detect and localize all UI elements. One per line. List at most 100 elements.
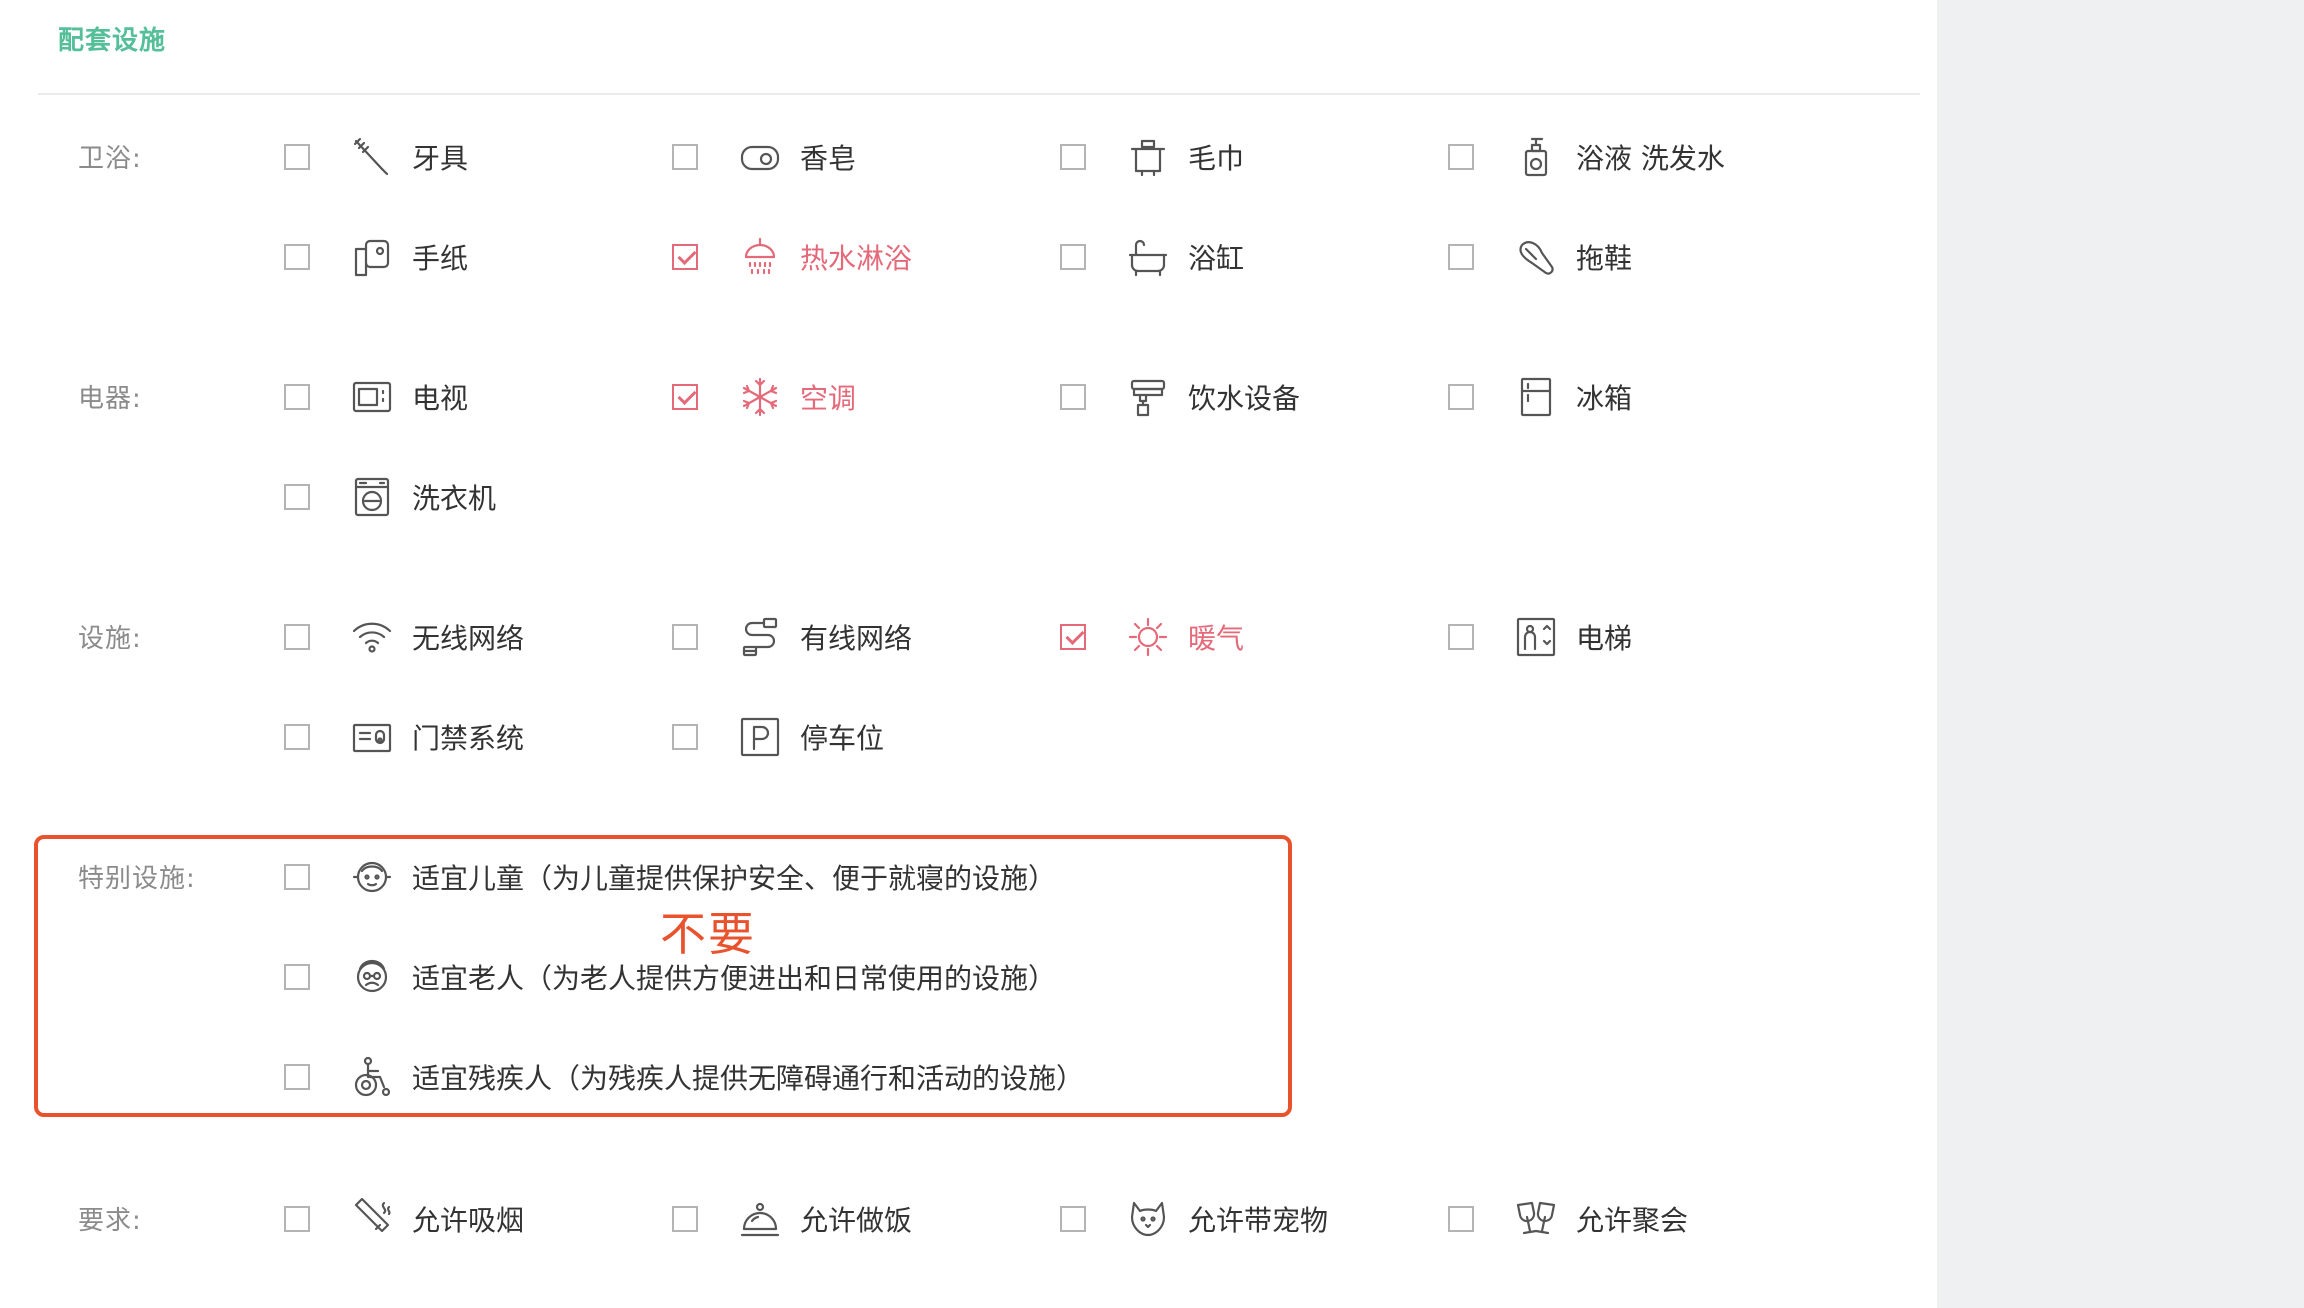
checkbox[interactable] xyxy=(1060,144,1086,170)
checkbox[interactable] xyxy=(672,144,698,170)
parking-icon xyxy=(738,715,782,759)
option-label: 洗衣机 xyxy=(412,482,497,515)
checkbox[interactable] xyxy=(1448,244,1474,270)
facility-option[interactable]: 毛巾 xyxy=(1060,137,1244,177)
tv-icon xyxy=(350,375,394,419)
section-title: 配套设施 xyxy=(58,26,167,56)
cooking-icon xyxy=(738,1197,782,1241)
checkbox[interactable] xyxy=(1060,384,1086,410)
checkbox[interactable] xyxy=(1448,624,1474,650)
toothbrush-icon xyxy=(350,135,394,179)
facility-option[interactable]: 空调 xyxy=(672,377,856,417)
checkbox[interactable] xyxy=(672,624,698,650)
facility-option[interactable]: 冰箱 xyxy=(1448,377,1632,417)
checkbox[interactable] xyxy=(1060,244,1086,270)
checkbox[interactable] xyxy=(284,624,310,650)
checkbox[interactable] xyxy=(672,244,698,270)
elevator-icon xyxy=(1514,615,1558,659)
facility-option[interactable]: 香皂 xyxy=(672,137,856,177)
bathtub-icon xyxy=(1126,235,1170,279)
option-label: 允许聚会 xyxy=(1576,1204,1689,1237)
facility-option[interactable]: 饮水设备 xyxy=(1060,377,1300,417)
option-label: 空调 xyxy=(800,382,857,415)
facility-option[interactable]: 允许做饭 xyxy=(672,1199,912,1239)
option-label: 浴液 洗发水 xyxy=(1576,142,1725,175)
facility-option[interactable]: 手纸 xyxy=(284,237,468,277)
option-label: 电梯 xyxy=(1576,622,1633,655)
facility-option[interactable]: 电视 xyxy=(284,377,468,417)
option-label: 电视 xyxy=(412,382,469,415)
option-label: 热水淋浴 xyxy=(800,242,913,275)
access-control-icon xyxy=(350,715,394,759)
facility-option[interactable]: 电梯 xyxy=(1448,617,1632,657)
annotation-note: 不要 xyxy=(660,907,756,961)
option-label: 饮水设备 xyxy=(1188,382,1301,415)
checkbox[interactable] xyxy=(672,1206,698,1232)
category-label-bath: 卫浴: xyxy=(78,144,142,174)
option-label: 毛巾 xyxy=(1188,142,1245,175)
category-label-requirements: 要求: xyxy=(78,1206,142,1236)
checkbox[interactable] xyxy=(1060,624,1086,650)
option-label: 手纸 xyxy=(412,242,469,275)
checkbox[interactable] xyxy=(1448,144,1474,170)
facility-option[interactable]: 热水淋浴 xyxy=(672,237,912,277)
checkbox[interactable] xyxy=(284,724,310,750)
facility-option[interactable]: 有线网络 xyxy=(672,617,912,657)
checkbox[interactable] xyxy=(284,1206,310,1232)
pet-icon xyxy=(1126,1197,1170,1241)
party-icon xyxy=(1514,1197,1558,1241)
option-label: 有线网络 xyxy=(800,622,913,655)
option-label: 无线网络 xyxy=(412,622,525,655)
heating-icon xyxy=(1126,615,1170,659)
facility-option[interactable]: 浴缸 xyxy=(1060,237,1244,277)
facility-option[interactable]: 拖鞋 xyxy=(1448,237,1632,277)
option-label: 暖气 xyxy=(1188,622,1245,655)
checkbox[interactable] xyxy=(284,144,310,170)
checkbox[interactable] xyxy=(1448,1206,1474,1232)
option-label: 拖鞋 xyxy=(1576,242,1633,275)
option-label: 允许带宠物 xyxy=(1188,1204,1329,1237)
checkbox[interactable] xyxy=(1060,1206,1086,1232)
checkbox[interactable] xyxy=(672,384,698,410)
facility-option[interactable]: 停车位 xyxy=(672,717,884,757)
shower-icon xyxy=(738,235,782,279)
option-label: 浴缸 xyxy=(1188,242,1245,275)
ethernet-icon xyxy=(738,615,782,659)
facility-option[interactable]: 允许带宠物 xyxy=(1060,1199,1328,1239)
facility-option[interactable]: 牙具 xyxy=(284,137,468,177)
soap-icon xyxy=(738,135,782,179)
facility-option[interactable]: 允许吸烟 xyxy=(284,1197,525,1241)
facility-option[interactable]: 暖气 xyxy=(1060,617,1244,657)
wifi-icon xyxy=(350,615,394,659)
checkbox[interactable] xyxy=(284,244,310,270)
option-label: 允许做饭 xyxy=(800,1204,913,1237)
checkbox[interactable] xyxy=(284,384,310,410)
air-conditioner-icon xyxy=(738,375,782,419)
facility-option[interactable]: 门禁系统 xyxy=(284,717,524,757)
option-label: 香皂 xyxy=(800,142,857,175)
toilet-paper-icon xyxy=(350,235,394,279)
category-label-facilities: 设施: xyxy=(78,624,142,654)
washing-machine-icon xyxy=(350,475,394,519)
category-label-appliances: 电器: xyxy=(78,384,142,414)
facility-option[interactable]: 无线网络 xyxy=(284,617,524,657)
water-dispenser-icon xyxy=(1126,375,1170,419)
option-label: 停车位 xyxy=(800,722,885,755)
facility-option[interactable]: 洗衣机 xyxy=(284,477,496,517)
divider xyxy=(38,93,1920,95)
shampoo-icon xyxy=(1514,135,1558,179)
option-label: 牙具 xyxy=(412,142,469,175)
checkbox[interactable] xyxy=(284,484,310,510)
fridge-icon xyxy=(1514,375,1558,419)
highlight-box xyxy=(34,835,1292,1117)
smoking-icon xyxy=(350,1197,394,1241)
facility-option[interactable]: 允许聚会 xyxy=(1448,1199,1688,1239)
facility-option[interactable]: 浴液 洗发水 xyxy=(1448,137,1725,177)
option-label: 冰箱 xyxy=(1576,382,1633,415)
option-label: 允许吸烟 xyxy=(412,1204,525,1237)
checkbox[interactable] xyxy=(672,724,698,750)
option-label: 门禁系统 xyxy=(412,722,525,755)
checkbox[interactable] xyxy=(1448,384,1474,410)
slipper-icon xyxy=(1514,235,1558,279)
towel-icon xyxy=(1126,135,1170,179)
